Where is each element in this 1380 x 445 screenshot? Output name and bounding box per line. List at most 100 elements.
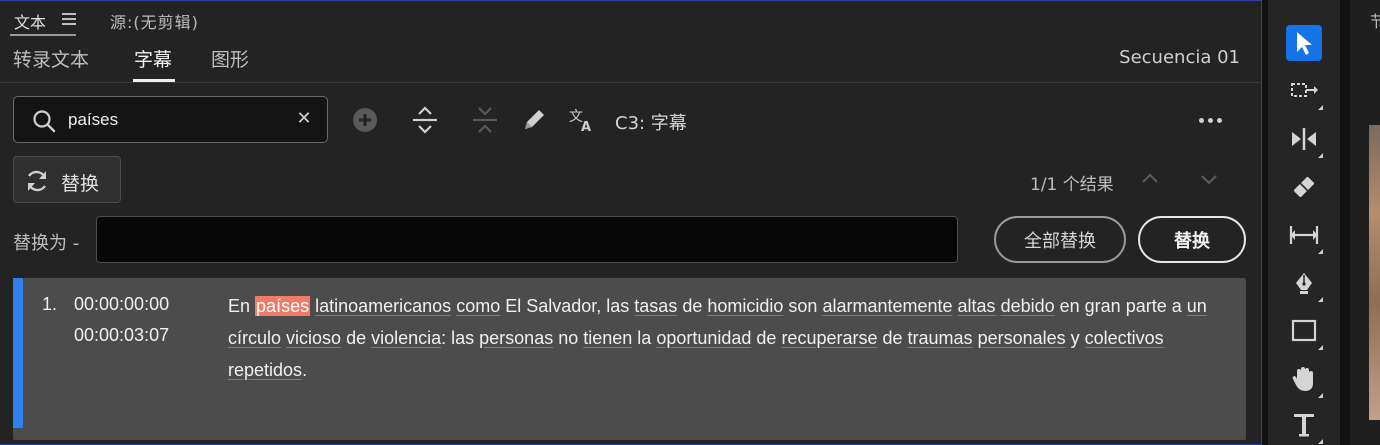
hand-tool-button[interactable] [1286, 361, 1323, 398]
caption-track-label[interactable]: C3: 字幕 [615, 109, 687, 135]
caption-word[interactable]: un [1187, 296, 1207, 316]
more-dot-icon [1207, 117, 1213, 123]
tools-panel [1268, 0, 1340, 445]
merge-captions-button[interactable] [468, 103, 502, 137]
caption-text-fragment: de [751, 328, 782, 348]
razor-tool-icon [1294, 177, 1314, 197]
caption-word[interactable]: personales [978, 328, 1066, 348]
caption-word[interactable]: latinoamericanos [315, 296, 451, 316]
selection-tool-button[interactable] [1286, 25, 1322, 61]
add-caption-button[interactable] [348, 103, 382, 137]
chevron-up-icon[interactable] [1138, 167, 1162, 191]
search-result-count: 1/1 个结果 [1030, 175, 1114, 195]
caption-word[interactable]: altas [958, 296, 996, 316]
slip-tool-button[interactable] [1286, 217, 1323, 254]
panel-divider[interactable] [1340, 0, 1350, 445]
caption-word[interactable]: como [456, 296, 500, 316]
tab-transcript[interactable]: 转录文本 [13, 45, 89, 72]
caption-text-fragment: El Salvador, las [500, 296, 635, 316]
active-panel-tab-underline [10, 34, 76, 36]
ripple-edit-tool-button[interactable] [1286, 121, 1323, 158]
rectangle-tool-button[interactable] [1286, 313, 1323, 350]
replace-with-input[interactable] [96, 216, 958, 263]
caption-text[interactable]: En países latinoamericanos como El Salva… [228, 290, 1218, 386]
track-select-tool-button[interactable] [1286, 73, 1323, 110]
replace-toggle-button[interactable]: 替换 [13, 156, 121, 203]
replace-button[interactable]: 替换 [1138, 216, 1246, 263]
caption-word[interactable]: vicioso [286, 328, 341, 348]
search-box[interactable]: ✕ [13, 96, 328, 143]
tool-group-corner-icon [1318, 439, 1323, 444]
caption-word[interactable]: tienen [583, 328, 632, 348]
caption-word[interactable]: oportunidad [656, 328, 751, 348]
clear-search-icon[interactable]: ✕ [295, 110, 313, 128]
caption-text-fragment: la [632, 328, 657, 348]
caption-word[interactable]: debido [1001, 296, 1055, 316]
caption-text-fragment: y [1065, 328, 1085, 348]
type-tool-button[interactable] [1286, 407, 1323, 444]
caption-text-fragment: de [341, 328, 372, 348]
program-monitor-title[interactable]: 节 [1370, 8, 1380, 32]
translate-button[interactable]: 文 A [565, 103, 599, 137]
caption-text-fragment: en gran parte a [1054, 296, 1187, 316]
tool-group-corner-icon [1318, 297, 1323, 302]
track-select-tool-icon [1291, 83, 1318, 97]
caption-word[interactable]: tasas [634, 296, 677, 316]
replace-all-button[interactable]: 全部替换 [994, 216, 1126, 263]
pen-tool-button[interactable] [1286, 265, 1323, 302]
caption-word[interactable]: círculo [228, 328, 281, 348]
caption-word[interactable]: repetidos [228, 360, 302, 380]
search-match-word[interactable]: países [255, 296, 311, 316]
more-dot-icon [1198, 117, 1204, 123]
sequence-name: Secuencia 01 [1119, 47, 1240, 68]
type-tool-icon [1294, 414, 1314, 437]
tab-captions[interactable]: 字幕 [134, 45, 172, 72]
caption-in-timecode[interactable]: 00:00:00:00 [74, 294, 169, 315]
caption-text-fragment: En [228, 296, 251, 316]
more-options-button[interactable] [1190, 105, 1230, 135]
tool-group-corner-icon [1318, 153, 1323, 158]
caption-text-fragment: . [302, 360, 308, 380]
rectangle-tool-icon [1291, 319, 1317, 342]
tool-group-corner-icon [1318, 105, 1323, 110]
replace-toggle-label: 替换 [61, 173, 100, 195]
add-circle-icon [353, 108, 377, 132]
program-monitor-video-frame [1369, 125, 1380, 420]
caption-word[interactable]: recuperarse [781, 328, 877, 348]
edit-button[interactable] [517, 103, 551, 137]
ripple-edit-tool-icon [1292, 128, 1316, 150]
tab-graphics[interactable]: 图形 [211, 45, 249, 72]
caption-word[interactable]: traumas [908, 328, 973, 348]
active-tab-underline [133, 79, 175, 82]
caption-row[interactable]: 1. 00:00:00:00 00:00:03:07 En países lat… [13, 278, 1246, 440]
svg-text:A: A [581, 120, 591, 133]
razor-tool-button[interactable] [1286, 169, 1322, 205]
panel-tab-bar: 文本 源:(无剪辑) [0, 1, 1262, 36]
pen-tool-icon [1296, 273, 1312, 294]
search-input[interactable] [68, 106, 288, 134]
text-panel-tab[interactable]: 文本 [14, 9, 46, 33]
more-dot-icon [1216, 117, 1222, 123]
caption-text-fragment: de [677, 296, 708, 316]
caption-text-fragment: : las [441, 328, 480, 348]
text-panel: 文本 源:(无剪辑) 转录文本 字幕 图形 Secuencia 01 ✕ [0, 0, 1262, 445]
pencil-icon [525, 110, 544, 129]
caption-out-timecode[interactable]: 00:00:03:07 [74, 325, 169, 346]
selection-tool-icon [1297, 32, 1312, 55]
caption-word[interactable]: personas [479, 328, 553, 348]
caption-word[interactable]: violencia [371, 328, 441, 348]
translate-icon: 文 A [569, 109, 591, 133]
chevron-down-icon[interactable] [1197, 167, 1221, 191]
source-panel-tab[interactable]: 源:(无剪辑) [110, 9, 199, 33]
caption-word[interactable]: alarmantemente [822, 296, 952, 316]
tool-group-corner-icon [1318, 393, 1323, 398]
caption-word[interactable]: colectivos [1085, 328, 1164, 348]
caption-index: 1. [42, 294, 58, 314]
merge-icon [473, 107, 497, 133]
split-caption-button[interactable] [408, 103, 442, 137]
slip-tool-icon [1289, 226, 1319, 244]
panel-menu-icon[interactable] [62, 13, 76, 25]
hand-tool-icon [1292, 367, 1313, 391]
caption-word[interactable]: homicidio [707, 296, 783, 316]
tool-group-corner-icon [1318, 345, 1323, 350]
